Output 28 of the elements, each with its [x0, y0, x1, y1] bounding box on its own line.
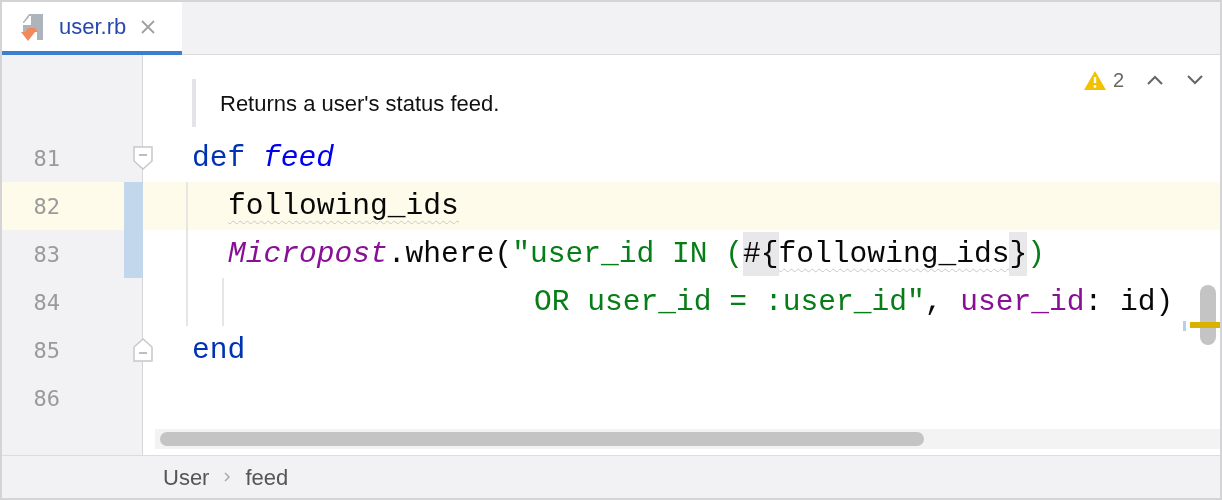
code-line: following_ids — [228, 187, 459, 225]
line-number: 86 — [33, 384, 60, 413]
chevron-down-icon[interactable] — [1186, 74, 1204, 86]
warning-mark — [1190, 322, 1220, 328]
code-line: def feed — [192, 139, 335, 177]
code-line: end — [192, 331, 246, 369]
fold-icon[interactable] — [133, 146, 153, 170]
vertical-scrollbar-thumb[interactable] — [1200, 285, 1216, 345]
line-number: 83 — [33, 240, 60, 269]
horizontal-scrollbar[interactable] — [155, 428, 1220, 449]
breadcrumb[interactable]: feed — [245, 460, 289, 494]
breadcrumb[interactable]: User — [163, 460, 210, 494]
scrollbar-thumb[interactable] — [160, 431, 924, 446]
change-marker[interactable] — [124, 182, 143, 230]
warnings-counter[interactable]: 2 — [1082, 65, 1124, 95]
line-number: 85 — [33, 336, 60, 365]
line-number: 81 — [33, 144, 60, 173]
change-marker[interactable] — [124, 230, 143, 278]
chevron-up-icon[interactable] — [1146, 74, 1164, 86]
warning-icon — [1082, 69, 1107, 91]
line-number: 82 — [33, 192, 60, 221]
change-mark — [1183, 321, 1186, 331]
chevron-right-icon — [223, 471, 232, 483]
file-tab[interactable]: user.rb — [2, 2, 182, 55]
code-line: OR user_id = :user_id", user_id: id) — [534, 283, 1174, 321]
close-icon[interactable] — [140, 18, 157, 35]
code-line: Micropost.where("user_id IN (#{following_ids}) — [228, 230, 1045, 278]
line-number: 84 — [33, 288, 60, 317]
